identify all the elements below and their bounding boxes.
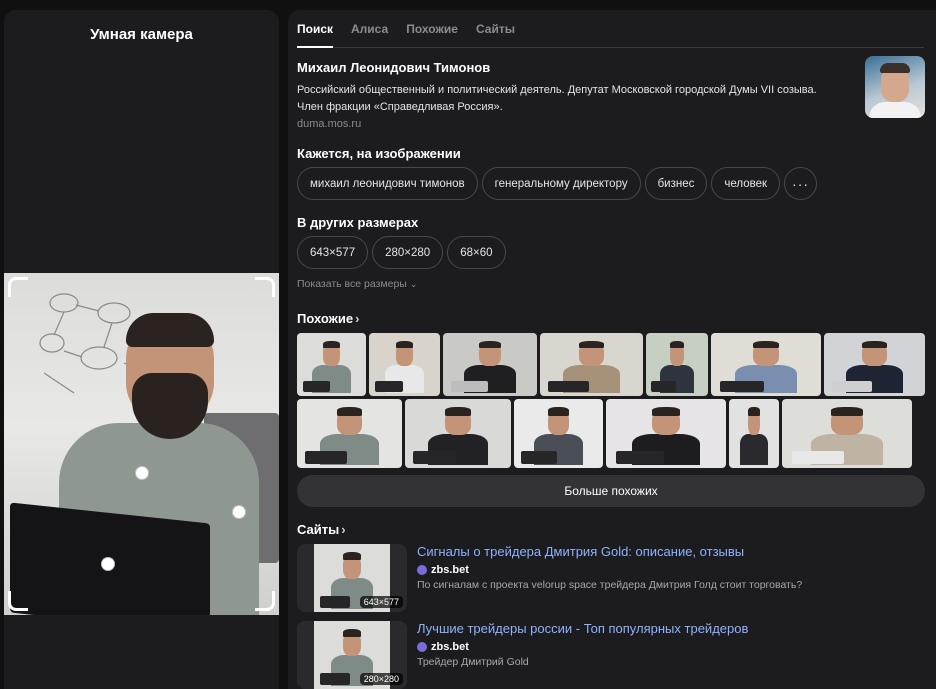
site-snippet: По сигналам с проекта velorup space трей…	[417, 579, 803, 591]
tag-chip[interactable]: генеральному директору	[481, 167, 641, 200]
show-all-sizes-link[interactable]: Показать все размеры ⌄	[297, 278, 417, 290]
results-panel: Поиск Алиса Похожие Сайты Михаил Леонидо…	[288, 10, 936, 689]
similar-thumb[interactable]	[514, 399, 603, 468]
entity-photo-hair	[880, 63, 910, 73]
entity-photo-shirt	[869, 102, 921, 118]
similar-thumb[interactable]	[443, 333, 537, 396]
similar-section-title[interactable]: Похожие ›	[297, 311, 359, 326]
tag-chip[interactable]: бизнес	[644, 167, 708, 200]
site-thumbnail[interactable]: 643×577	[297, 544, 407, 612]
person-hair	[126, 313, 214, 347]
size-chip[interactable]: 68×60	[447, 236, 506, 269]
site-thumbnail[interactable]: 280×280	[297, 621, 407, 689]
size-chips: 643×577 280×280 68×60	[297, 236, 506, 269]
chevron-right-icon: ›	[355, 311, 360, 326]
image-size-badge: 280×280	[359, 673, 403, 685]
site-domain[interactable]: zbs.bet	[417, 564, 469, 576]
site-domain-label: zbs.bet	[431, 564, 469, 576]
object-dot-laptop[interactable]	[101, 557, 115, 571]
entity-source-link[interactable]: duma.mos.ru	[297, 118, 361, 130]
sites-section-label: Сайты	[297, 522, 340, 537]
similar-grid-row-1	[297, 333, 925, 396]
size-chip[interactable]: 280×280	[372, 236, 444, 269]
result-tabs: Поиск Алиса Похожие Сайты	[297, 10, 924, 48]
similar-grid-row-2	[297, 399, 912, 468]
tab-similar[interactable]: Похожие	[406, 10, 458, 47]
chevron-right-icon: ›	[341, 522, 346, 537]
tag-chip[interactable]: михаил леонидович тимонов	[297, 167, 478, 200]
show-all-sizes-label: Показать все размеры	[297, 278, 407, 290]
tab-sites[interactable]: Сайты	[476, 10, 515, 47]
similar-thumb[interactable]	[824, 333, 925, 396]
sizes-section-title: В других размерах	[297, 215, 419, 230]
sites-section-title[interactable]: Сайты ›	[297, 522, 346, 537]
tags-section-title: Кажется, на изображении	[297, 146, 461, 161]
similar-thumb[interactable]	[729, 399, 779, 468]
more-similar-button[interactable]: Больше похожих	[297, 475, 925, 507]
site-favicon-icon	[417, 642, 427, 652]
image-size-badge: 643×577	[359, 596, 403, 608]
site-snippet: Трейдер Дмитрий Gold	[417, 656, 529, 668]
crop-handle-top-right[interactable]	[255, 277, 275, 297]
site-result[interactable]: 280×280 Лучшие трейдеры россии - Топ поп…	[297, 621, 925, 689]
site-title-link[interactable]: Сигналы о трейдера Дмитрия Gold: описани…	[417, 544, 744, 559]
site-favicon-icon	[417, 565, 427, 575]
crop-handle-top-left[interactable]	[8, 277, 28, 297]
similar-thumb[interactable]	[369, 333, 440, 396]
site-result[interactable]: 643×577 Сигналы о трейдера Дмитрия Gold:…	[297, 544, 925, 612]
object-dot-face[interactable]	[135, 466, 149, 480]
similar-thumb[interactable]	[782, 399, 912, 468]
site-domain-label: zbs.bet	[431, 641, 469, 653]
tab-alice[interactable]: Алиса	[351, 10, 388, 47]
crop-handle-bottom-right[interactable]	[255, 591, 275, 611]
query-image[interactable]	[4, 273, 279, 615]
similar-thumb[interactable]	[297, 399, 402, 468]
similar-section-label: Похожие	[297, 311, 354, 326]
tag-chip[interactable]: человек	[711, 167, 781, 200]
entity-photo[interactable]	[865, 56, 925, 118]
smart-camera-panel: Умная камера	[4, 10, 279, 689]
similar-thumb[interactable]	[646, 333, 708, 396]
chevron-down-icon: ⌄	[409, 279, 418, 289]
object-dot-monitor[interactable]	[232, 505, 246, 519]
smart-camera-title: Умная камера	[90, 26, 193, 43]
tag-chips: михаил леонидович тимонов генеральному д…	[297, 167, 818, 200]
entity-description: Российский общественный и политический д…	[297, 84, 817, 113]
similar-thumb[interactable]	[297, 333, 366, 396]
site-title-link[interactable]: Лучшие трейдеры россии - Топ популярных …	[417, 621, 748, 636]
similar-thumb[interactable]	[405, 399, 511, 468]
tab-search[interactable]: Поиск	[297, 10, 334, 48]
similar-thumb[interactable]	[711, 333, 821, 396]
crop-handle-bottom-left[interactable]	[8, 591, 28, 611]
site-domain[interactable]: zbs.bet	[417, 641, 469, 653]
size-chip[interactable]: 643×577	[297, 236, 369, 269]
entity-name[interactable]: Михаил Леонидович Тимонов	[297, 60, 490, 75]
similar-thumb[interactable]	[540, 333, 643, 396]
more-tags-icon[interactable]: ···	[784, 167, 818, 200]
similar-thumb[interactable]	[606, 399, 726, 468]
